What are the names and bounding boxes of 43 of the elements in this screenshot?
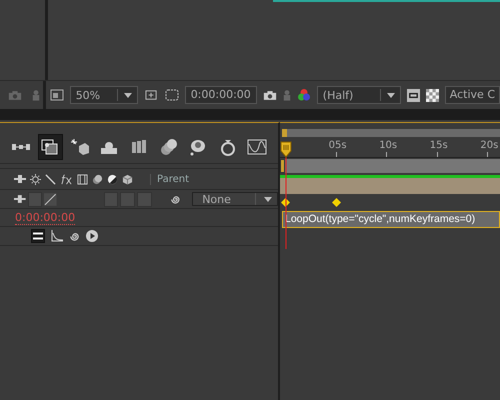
transparency-grid-icon[interactable] — [426, 88, 439, 102]
sun-icon — [30, 174, 41, 184]
play-icon[interactable] — [86, 230, 98, 242]
expression-field[interactable]: LoopOut(type="cycle",numKeyframes=0) — [282, 211, 500, 228]
cube-icon — [122, 174, 133, 184]
keyframe-icon[interactable] — [332, 198, 341, 207]
ruler-label: 20s — [480, 140, 498, 151]
roi-icon[interactable] — [406, 88, 420, 102]
spiral-icon[interactable] — [170, 194, 180, 204]
keyframe-icon[interactable] — [281, 198, 290, 207]
mask-icon[interactable] — [164, 89, 179, 101]
timecode-field[interactable]: 0:00:00:00 — [184, 86, 257, 104]
ruler-label: 10s — [379, 140, 398, 151]
switch-checkbox[interactable] — [104, 192, 118, 206]
composition-icon — [40, 138, 60, 156]
composition-button[interactable] — [38, 134, 64, 160]
switch-checkbox[interactable] — [120, 192, 135, 206]
view-dropdown[interactable]: Active C — [444, 86, 500, 104]
motion-blur-icon — [92, 174, 103, 184]
channels-icon[interactable] — [296, 88, 311, 102]
graph-icon[interactable] — [51, 230, 63, 242]
expression-toggle[interactable] — [31, 229, 45, 243]
switch-checkbox[interactable] — [28, 192, 42, 206]
resolution-dropdown[interactable]: (Half) — [316, 86, 401, 104]
ruler-label: 05s — [328, 140, 347, 151]
ruler-label: 15s — [430, 140, 448, 151]
quality-icon — [45, 174, 56, 184]
region-icon[interactable] — [50, 89, 64, 101]
grid-icon[interactable] — [144, 88, 159, 102]
graph-icon — [247, 138, 268, 156]
magnification-dropdown[interactable]: 50% — [70, 86, 138, 104]
column-header: Parent — [156, 174, 190, 184]
fx-icon — [60, 174, 73, 184]
adjustment-icon — [107, 174, 118, 184]
caret-icon — [264, 196, 272, 202]
camera-icon[interactable] — [262, 90, 277, 100]
spiral-icon[interactable] — [69, 230, 80, 242]
quality-icon[interactable] — [44, 192, 57, 206]
switch-checkbox[interactable] — [136, 192, 152, 206]
caret-icon — [124, 92, 132, 98]
caret-icon — [386, 92, 395, 98]
film-icon — [77, 174, 88, 184]
parent-dropdown[interactable]: None — [192, 192, 278, 206]
